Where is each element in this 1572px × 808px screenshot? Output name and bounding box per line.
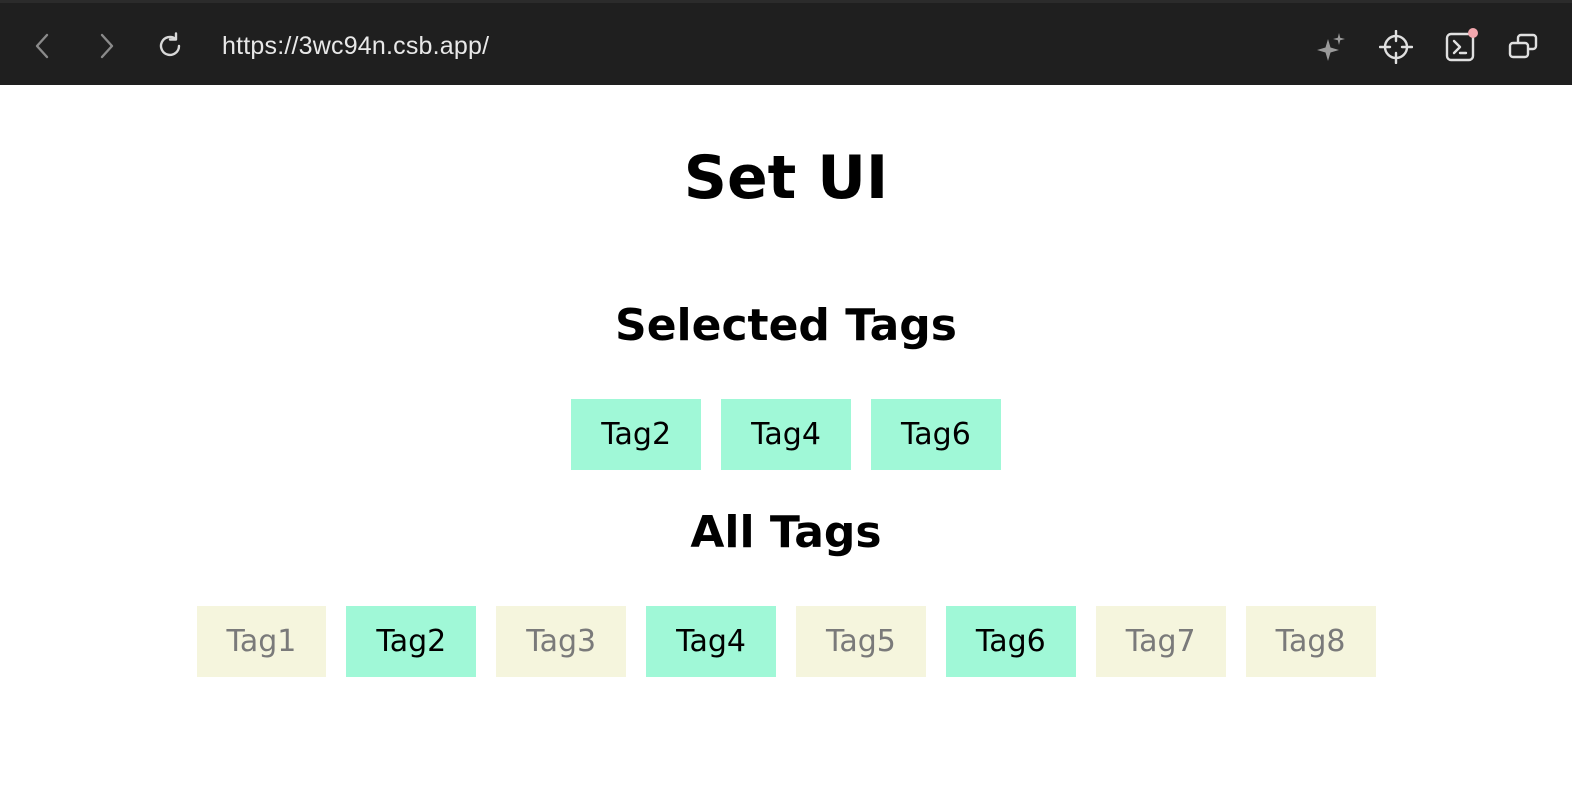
notification-dot xyxy=(1468,28,1478,38)
browser-toolbar: https://3wc94n.csb.app/ xyxy=(0,0,1572,85)
all-tags-list: Tag1 Tag2 Tag3 Tag4 Tag5 Tag6 Tag7 Tag8 xyxy=(0,606,1572,677)
chevron-left-icon xyxy=(35,33,49,59)
reload-icon xyxy=(159,32,181,57)
tag-6[interactable]: Tag6 xyxy=(945,606,1076,677)
back-button[interactable] xyxy=(25,28,61,64)
tag-3[interactable]: Tag3 xyxy=(496,606,627,677)
tag-7[interactable]: Tag7 xyxy=(1095,606,1226,677)
selected-tag-6[interactable]: Tag6 xyxy=(870,399,1001,470)
tag-1[interactable]: Tag1 xyxy=(196,606,327,677)
selected-tags-heading: Selected Tags xyxy=(615,300,957,351)
windows-icon xyxy=(1508,33,1538,59)
page-title: Set UI xyxy=(683,143,889,213)
selected-tag-2[interactable]: Tag2 xyxy=(571,399,702,470)
sparkle-icon xyxy=(1317,33,1345,61)
tag-2[interactable]: Tag2 xyxy=(346,606,477,677)
chevron-right-icon xyxy=(100,33,114,59)
selected-tags-list: Tag2 Tag4 Tag6 xyxy=(0,399,1572,470)
page-content: Set UI Selected Tags Tag2 Tag4 Tag6 All … xyxy=(0,85,1572,808)
selected-tag-4[interactable]: Tag4 xyxy=(721,399,851,470)
tag-4[interactable]: Tag4 xyxy=(646,606,776,677)
address-bar[interactable]: https://3wc94n.csb.app/ xyxy=(222,29,489,63)
inspect-button[interactable] xyxy=(1376,27,1416,67)
crosshair-icon xyxy=(1379,30,1413,64)
forward-button[interactable] xyxy=(88,28,124,64)
all-tags-heading: All Tags xyxy=(690,507,882,558)
tag-5[interactable]: Tag5 xyxy=(796,606,926,677)
tag-8[interactable]: Tag8 xyxy=(1245,606,1376,677)
ai-assistant-button[interactable] xyxy=(1311,27,1351,67)
windows-button[interactable] xyxy=(1503,27,1543,67)
terminal-button[interactable] xyxy=(1440,27,1480,67)
reload-button[interactable] xyxy=(152,28,188,64)
